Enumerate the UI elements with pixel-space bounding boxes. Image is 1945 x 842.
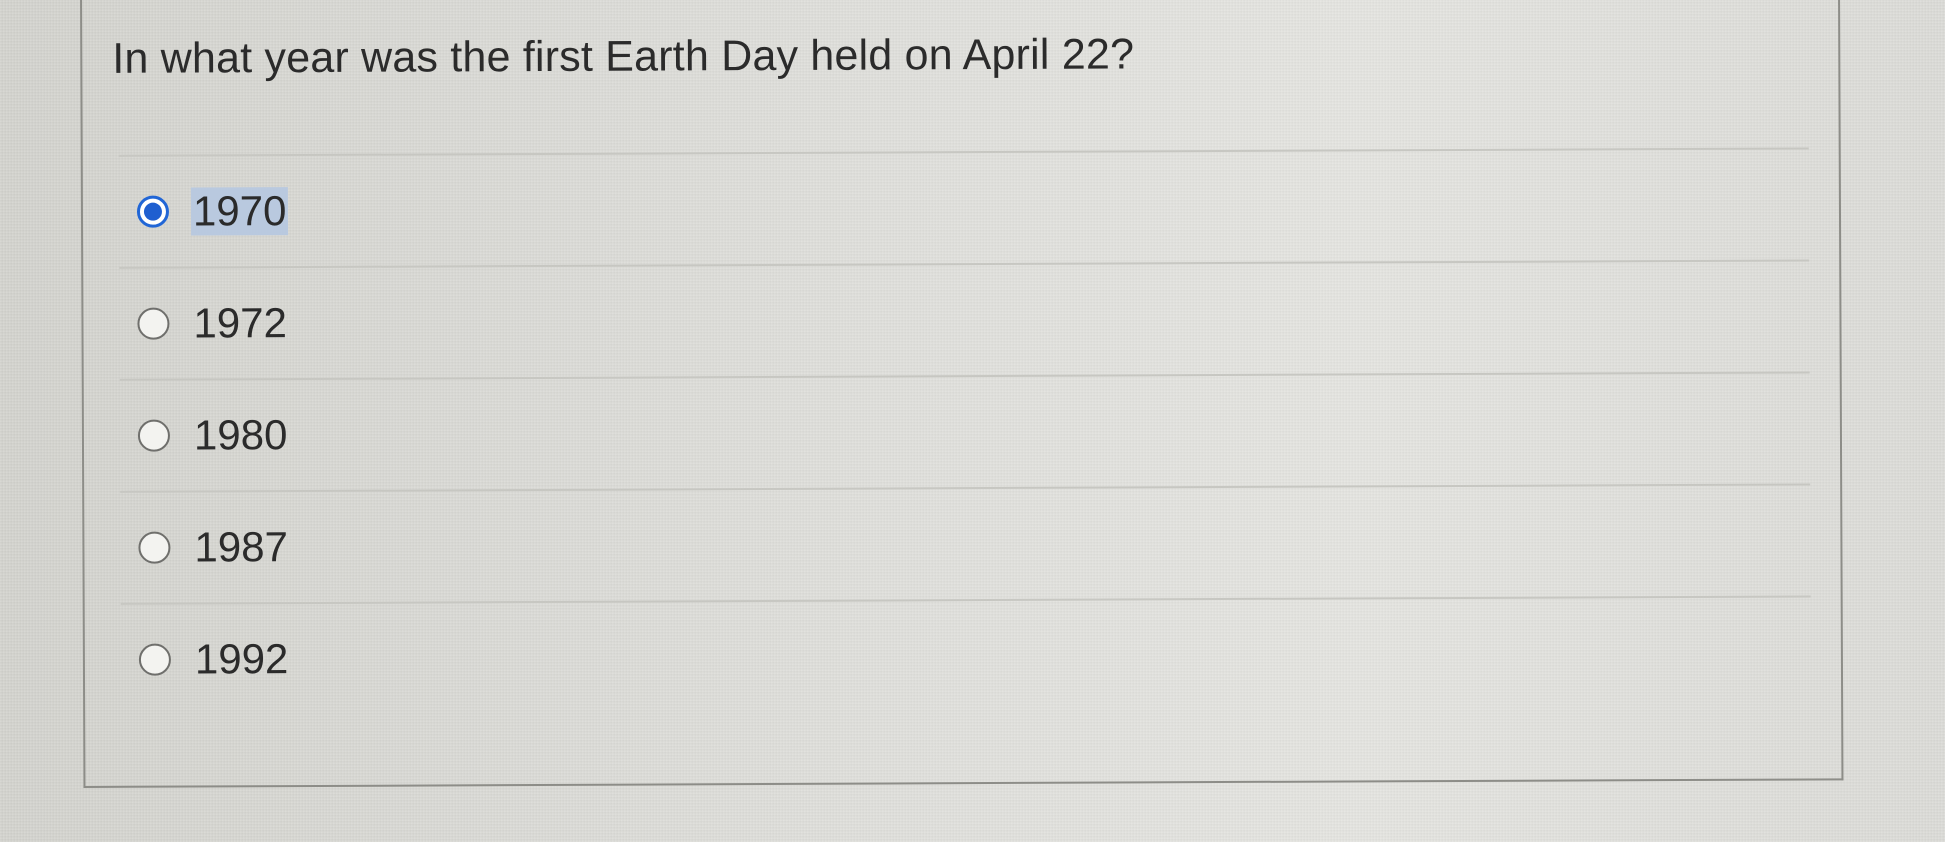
answer-option-label: 1980 (193, 411, 288, 459)
answer-option-5[interactable]: 1992 (121, 597, 1811, 714)
radio-unselected-icon[interactable] (137, 307, 170, 340)
answer-option-label: 1987 (194, 523, 288, 571)
question-text: In what year was the first Earth Day hel… (112, 30, 1135, 83)
radio-unselected-icon[interactable] (137, 419, 171, 452)
answer-option-2[interactable]: 1972 (119, 261, 1809, 378)
answer-option-label: 1972 (193, 299, 287, 347)
radio-unselected-icon[interactable] (138, 531, 171, 564)
answer-option-3[interactable]: 1980 (120, 373, 1810, 490)
answer-options: 1970 1972 1980 1987 1992 (118, 147, 1811, 714)
answer-option-1[interactable]: 1970 (119, 149, 1809, 266)
answer-option-label: 1992 (194, 635, 289, 683)
radio-dot-icon (143, 202, 163, 221)
radio-selected-icon[interactable] (136, 195, 170, 228)
answer-option-4[interactable]: 1987 (120, 485, 1810, 602)
question-card: In what year was the first Earth Day hel… (80, 0, 1844, 788)
answer-option-label: 1970 (190, 187, 289, 236)
radio-unselected-icon[interactable] (138, 643, 171, 676)
